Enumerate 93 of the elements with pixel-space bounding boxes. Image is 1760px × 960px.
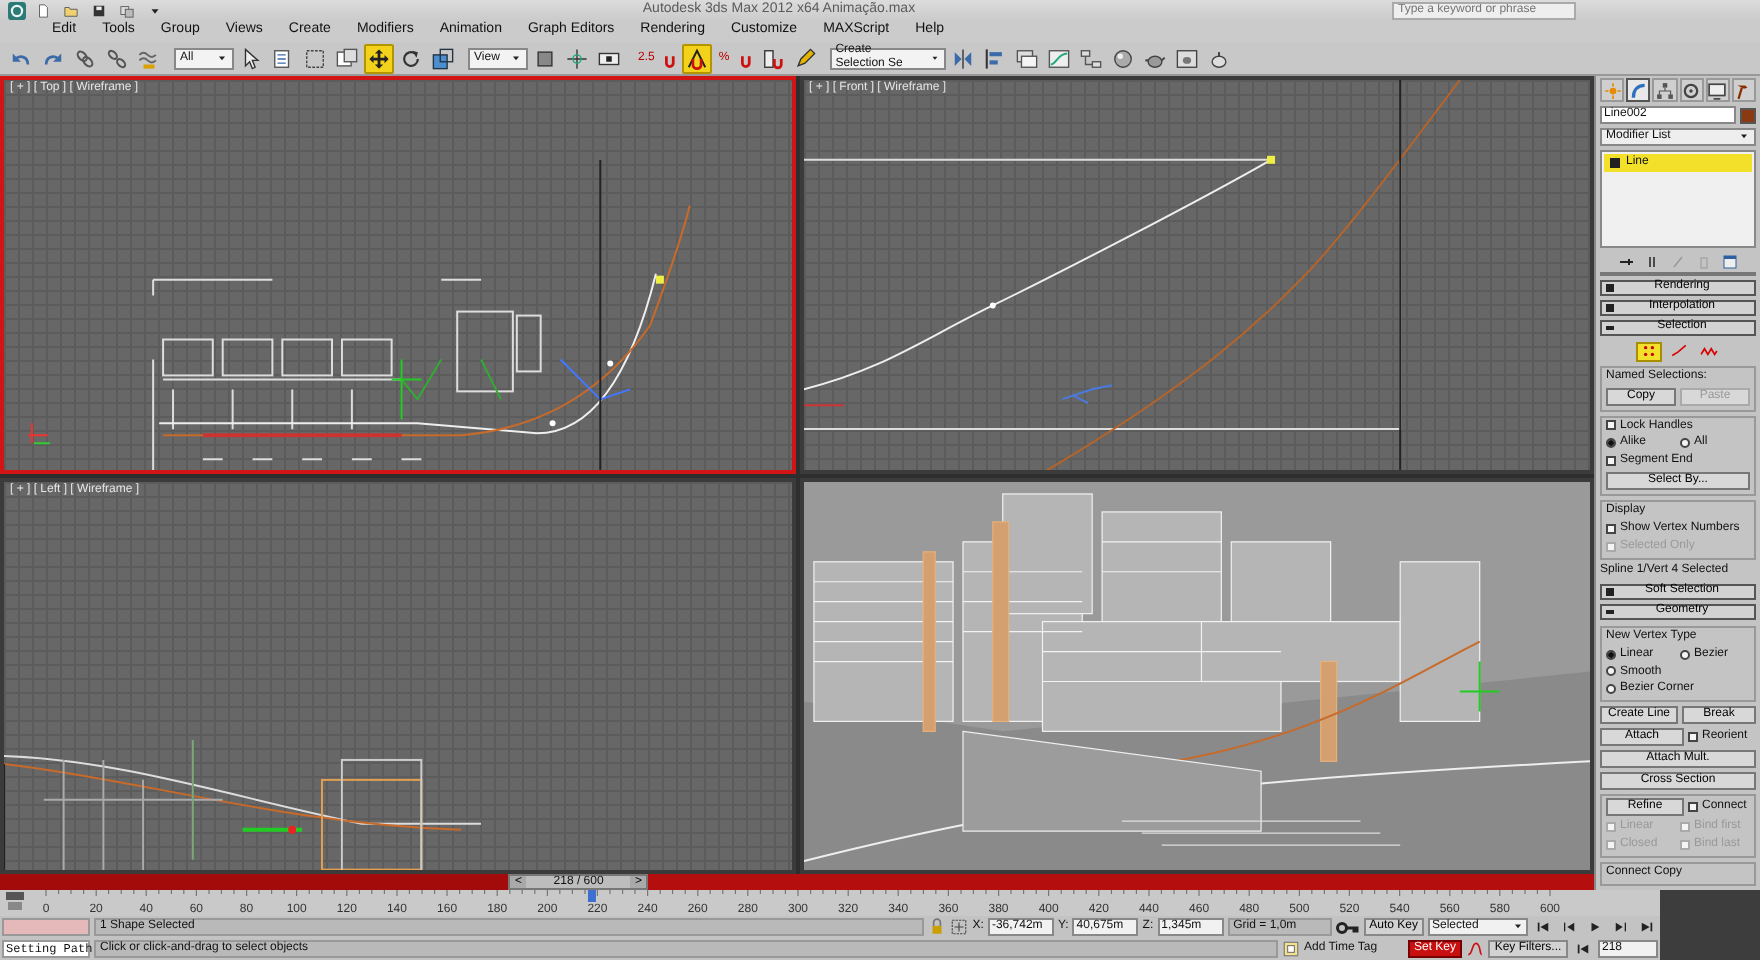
checkbox[interactable] xyxy=(1606,456,1616,467)
collapse-icon xyxy=(1606,325,1614,330)
toolbar-button[interactable] xyxy=(682,43,713,73)
caret-icon xyxy=(1512,920,1524,932)
spinner-snap-icon xyxy=(761,47,784,69)
crosshair-icon xyxy=(950,918,969,936)
windows-icon xyxy=(120,3,134,17)
toolbar-button[interactable] xyxy=(364,43,394,73)
checkbox[interactable] xyxy=(1688,732,1698,743)
cursor-icon xyxy=(240,47,262,69)
time-configuration-icon xyxy=(6,892,24,910)
pin-icon xyxy=(1618,253,1634,270)
subobject-button[interactable] xyxy=(1635,341,1661,362)
quick-access-button[interactable] xyxy=(88,1,110,19)
chain-icon xyxy=(74,47,96,69)
window-icon xyxy=(336,47,358,69)
skip-back-icon xyxy=(1536,920,1550,934)
previous-frame-icon xyxy=(1562,920,1576,934)
keyboard-icon xyxy=(598,47,620,69)
radio-button[interactable] xyxy=(1606,666,1616,677)
caret-icon xyxy=(1738,130,1750,143)
pencil-icon xyxy=(793,47,816,69)
segment-icon xyxy=(1669,342,1687,361)
configure-icon xyxy=(1722,253,1738,270)
playback-button[interactable] xyxy=(1558,918,1580,936)
playback-button[interactable] xyxy=(1610,918,1632,936)
lock-icon xyxy=(928,918,947,936)
magnet-icon xyxy=(686,47,709,69)
align-icon xyxy=(983,47,1006,69)
expand-icon xyxy=(1606,587,1614,596)
caret-icon xyxy=(216,52,228,64)
move-icon xyxy=(368,47,390,69)
dashed-square-icon xyxy=(304,47,326,69)
floppy-icon xyxy=(92,3,106,17)
radio-button[interactable] xyxy=(1606,649,1616,660)
wave-icon xyxy=(138,47,160,69)
app-logo-icon xyxy=(8,1,26,19)
arc-icon xyxy=(1629,81,1648,99)
curve-icon xyxy=(1466,940,1484,958)
subobject-button[interactable] xyxy=(1695,341,1721,362)
panel-tab[interactable] xyxy=(1652,78,1678,102)
spline-icon xyxy=(1699,342,1717,361)
caret-icon xyxy=(510,52,522,64)
panel-tab[interactable] xyxy=(1705,78,1730,102)
playback-button[interactable] xyxy=(1572,940,1594,958)
script-input-field[interactable] xyxy=(2,918,90,936)
playback-button[interactable] xyxy=(1532,918,1554,936)
bar-icon xyxy=(1644,253,1660,270)
frame-window-icon xyxy=(1175,47,1198,69)
monitor-icon xyxy=(1708,81,1727,99)
schematic-icon xyxy=(1079,47,1102,69)
hierarchy-icon xyxy=(1655,81,1674,99)
skip-forward-icon xyxy=(1640,920,1654,934)
skip-back-icon xyxy=(1576,942,1590,956)
circle-icon xyxy=(1682,81,1701,99)
current-frame-marker xyxy=(587,890,596,902)
broken-chain-icon xyxy=(106,47,128,69)
pivot-icon xyxy=(534,47,556,69)
rotate-icon xyxy=(400,47,422,69)
vertex-icon xyxy=(1639,342,1657,361)
panel-tab[interactable] xyxy=(1626,78,1651,102)
color-swatch[interactable] xyxy=(1740,107,1756,123)
checkbox[interactable] xyxy=(1606,420,1616,431)
play-icon xyxy=(1588,920,1602,934)
hammer-icon xyxy=(1734,81,1753,99)
radio-button[interactable] xyxy=(1680,438,1690,449)
photo-placeholder xyxy=(1660,890,1760,960)
toolbar-button[interactable] xyxy=(332,43,362,73)
mirror-icon xyxy=(951,47,974,69)
tag-icon xyxy=(1281,940,1300,958)
caret-icon xyxy=(929,52,940,64)
scale-icon xyxy=(432,47,454,69)
teapot-icon xyxy=(1207,47,1230,69)
curve-editor-icon xyxy=(1047,47,1070,69)
manipulator-icon xyxy=(566,47,588,69)
panel-tab[interactable] xyxy=(1731,78,1757,102)
expand-icon xyxy=(1606,303,1614,312)
checkbox[interactable] xyxy=(1606,524,1616,535)
square-icon xyxy=(1610,157,1620,168)
radio-button[interactable] xyxy=(1606,684,1616,695)
collapse-icon xyxy=(1606,609,1614,614)
checkbox[interactable] xyxy=(1688,802,1698,813)
toolbar-button[interactable] xyxy=(428,43,458,73)
sphere-icon xyxy=(1111,47,1134,69)
layers-icon xyxy=(1015,47,1038,69)
radio-button[interactable] xyxy=(1606,438,1616,449)
list-icon xyxy=(272,47,294,69)
radio-button[interactable] xyxy=(1680,649,1690,660)
playback-button[interactable] xyxy=(1636,918,1658,936)
panel-tab[interactable] xyxy=(1679,78,1704,102)
sun-icon xyxy=(1603,81,1622,99)
next-frame-icon xyxy=(1614,920,1628,934)
expand-icon xyxy=(1606,283,1614,292)
